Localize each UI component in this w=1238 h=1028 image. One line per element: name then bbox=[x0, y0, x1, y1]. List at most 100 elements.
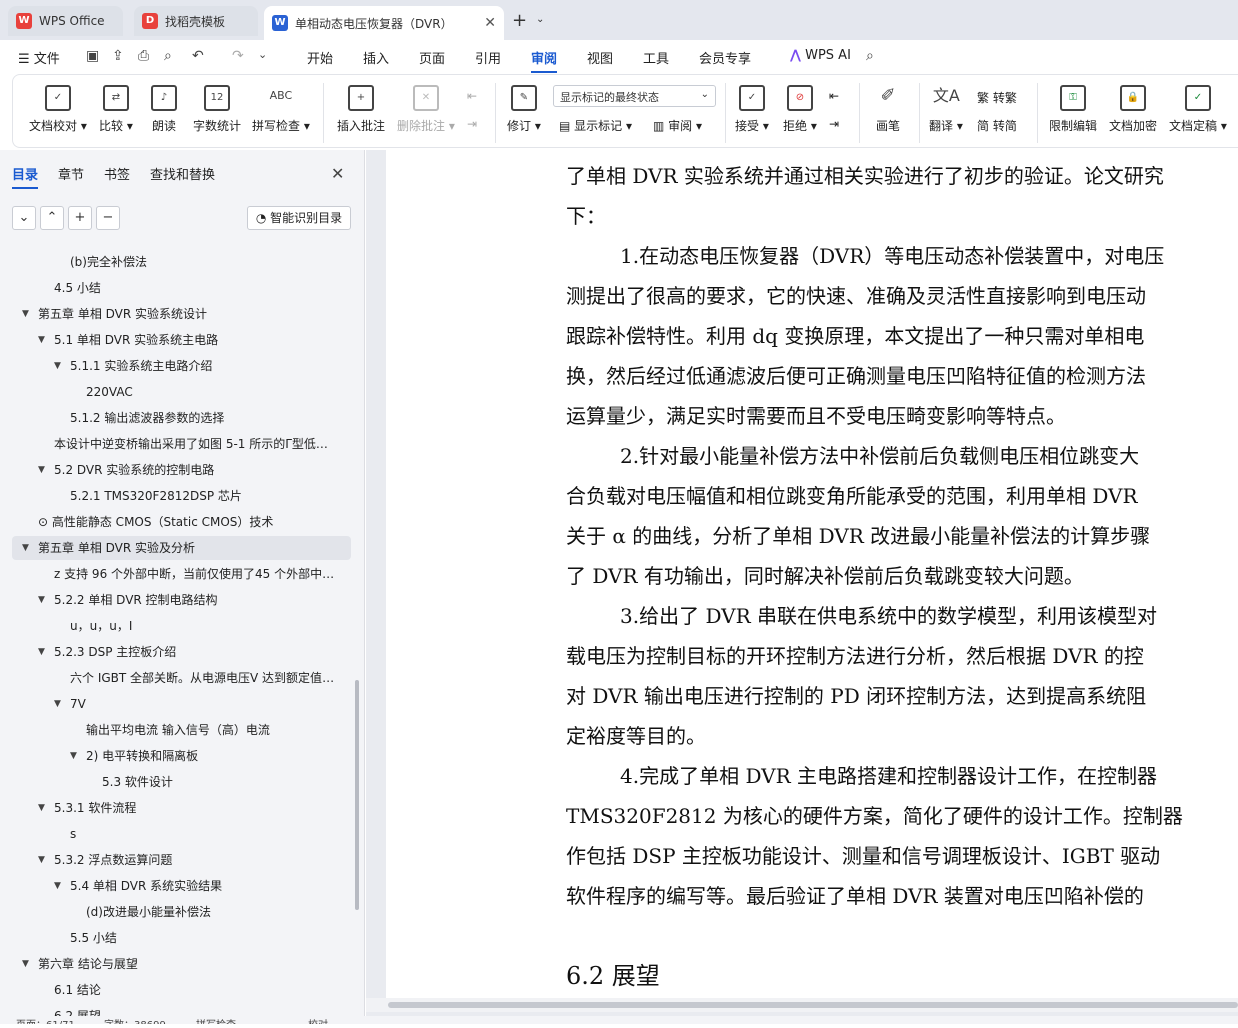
remove-heading-button[interactable]: − bbox=[96, 206, 120, 230]
redo-icon[interactable]: ↷ bbox=[232, 48, 244, 64]
caret-down-icon[interactable]: ▼ bbox=[38, 588, 45, 612]
toc-item[interactable]: 5.2.1 TMS320F2812DSP 芯片 bbox=[0, 484, 351, 508]
scroll-thumb[interactable] bbox=[388, 1002, 1238, 1008]
pen-button[interactable]: ✐ 画笔 bbox=[875, 85, 901, 134]
review-pane-button[interactable]: ▥ 审阅 ▾ bbox=[653, 117, 702, 134]
wps-ai-button[interactable]: ⋀ WPS AI bbox=[790, 48, 851, 63]
next-comment-icon[interactable]: ⇥ bbox=[467, 117, 477, 131]
toc-item[interactable]: 5.1.2 输出滤波器参数的选择 bbox=[0, 406, 351, 430]
proof-status[interactable]: 校对 bbox=[308, 1016, 328, 1024]
export-icon[interactable]: ⇪ bbox=[112, 48, 124, 64]
toc-item[interactable]: s bbox=[0, 822, 351, 846]
caret-down-icon[interactable]: ▼ bbox=[38, 796, 45, 820]
toc-item[interactable]: ▼ 第六章 结论与展望 bbox=[0, 952, 351, 976]
toc-item[interactable]: ▼ 5.1 单相 DVR 实验系统主电路 bbox=[0, 328, 351, 352]
to-simplified-button[interactable]: 简 转简 bbox=[977, 117, 1017, 134]
toc-item[interactable]: ▼ 7V bbox=[0, 692, 351, 716]
chevron-down-icon[interactable]: ⌄ bbox=[258, 48, 267, 61]
toc-item[interactable]: (b)完全补偿法 bbox=[0, 250, 351, 274]
toc-item[interactable]: ▼ 5.2.3 DSP 主控板介绍 bbox=[0, 640, 351, 664]
search-icon[interactable]: ⌕ bbox=[866, 48, 874, 64]
insert-comment-button[interactable]: + 插入批注 bbox=[337, 85, 385, 134]
caret-down-icon[interactable]: ▼ bbox=[54, 354, 61, 378]
markup-select[interactable]: 显示标记的最终状态 ⌄ bbox=[553, 85, 716, 107]
menu-insert[interactable]: 插入 bbox=[363, 48, 389, 67]
menu-member[interactable]: 会员专享 bbox=[699, 48, 751, 67]
restrict-edit-button[interactable]: ⚿ 限制编辑 bbox=[1049, 85, 1097, 134]
next-change-icon[interactable]: ⇥ bbox=[829, 117, 839, 131]
doc-check-button[interactable]: ✓ 文档校对 ▾ bbox=[29, 85, 87, 134]
caret-down-icon[interactable]: ▼ bbox=[54, 692, 61, 716]
menu-start[interactable]: 开始 bbox=[307, 48, 333, 67]
tab-sections[interactable]: 章节 bbox=[58, 164, 84, 183]
prev-comment-icon[interactable]: ⇤ bbox=[467, 89, 477, 103]
menu-page[interactable]: 页面 bbox=[419, 48, 445, 67]
toc-item[interactable]: 6.1 结论 bbox=[0, 978, 351, 1002]
reject-button[interactable]: ⊘ 拒绝 ▾ bbox=[783, 85, 817, 134]
accept-button[interactable]: ✓ 接受 ▾ bbox=[735, 85, 769, 134]
toc-item[interactable]: z 支持 96 个外部中断，当前仅使用了45 个外部中断源 bbox=[0, 562, 351, 586]
toc-item[interactable]: 5.5 小结 bbox=[0, 926, 351, 950]
close-icon[interactable]: ✕ bbox=[331, 164, 344, 183]
caret-down-icon[interactable]: ▼ bbox=[22, 536, 29, 560]
toc-item[interactable]: 六个 IGBT 全部关断。从电源电压V 达到额定值 1.3 倍 bbox=[0, 666, 351, 690]
compare-button[interactable]: ⇄ 比较 ▾ bbox=[99, 85, 133, 134]
tab-wps-office[interactable]: W WPS Office bbox=[8, 6, 123, 36]
toc-item[interactable]: ▼ 5.3.2 浮点数运算问题 bbox=[0, 848, 351, 872]
to-traditional-button[interactable]: 繁 转繁 bbox=[977, 89, 1017, 106]
revise-button[interactable]: ✎ 修订 ▾ bbox=[507, 85, 541, 134]
tab-docer-templates[interactable]: D 找稻壳模板 bbox=[134, 6, 258, 36]
page-indicator[interactable]: 页面：61/71 bbox=[16, 1016, 75, 1024]
toc-item[interactable]: 本设计中逆变桥输出采用了如图 5-1 所示的Γ型低通滤波器 bbox=[0, 432, 351, 456]
translate-button[interactable]: 文A 翻译 ▾ bbox=[929, 85, 963, 134]
toc-item[interactable]: ▼ 第五章 单相 DVR 实验及分析 bbox=[12, 536, 351, 560]
smart-toc-button[interactable]: ◔ 智能识别目录 bbox=[247, 206, 351, 230]
toc-item[interactable]: u，u，u，I bbox=[0, 614, 351, 638]
menu-tools[interactable]: 工具 bbox=[643, 48, 669, 67]
collapse-button[interactable]: ⌄ bbox=[12, 206, 36, 230]
save-icon[interactable]: ▣ bbox=[86, 48, 99, 64]
caret-down-icon[interactable]: ▼ bbox=[38, 458, 45, 482]
add-heading-button[interactable]: + bbox=[68, 206, 92, 230]
toc-item[interactable]: 输出平均电流 输入信号（高）电流 bbox=[0, 718, 351, 742]
toc-item[interactable]: ▼ 2) 电平转换和隔离板 bbox=[0, 744, 351, 768]
nav-scrollbar[interactable] bbox=[355, 680, 359, 910]
toc-item[interactable]: 5.3 软件设计 bbox=[0, 770, 351, 794]
close-icon[interactable]: ✕ bbox=[484, 15, 496, 31]
read-aloud-button[interactable]: ♪ 朗读 bbox=[151, 85, 177, 134]
toc-item[interactable]: 4.5 小结 bbox=[0, 276, 351, 300]
spell-check-button[interactable]: ABC 拼写检查 ▾ bbox=[252, 85, 310, 134]
caret-down-icon[interactable]: ▼ bbox=[38, 640, 45, 664]
toc-item[interactable]: ▼ 第五章 单相 DVR 实验系统设计 bbox=[0, 302, 351, 326]
print-preview-icon[interactable]: ⌕ bbox=[164, 48, 172, 64]
toc-item[interactable]: ▼ 5.2.2 单相 DVR 控制电路结构 bbox=[0, 588, 351, 612]
chevron-down-icon[interactable]: ⌄ bbox=[536, 14, 544, 25]
word-count-button[interactable]: 12 字数统计 bbox=[193, 85, 241, 134]
caret-down-icon[interactable]: ▼ bbox=[22, 302, 29, 326]
expand-button[interactable]: ⌃ bbox=[40, 206, 64, 230]
menu-review[interactable]: 审阅 bbox=[531, 48, 558, 73]
tab-toc[interactable]: 目录 bbox=[12, 164, 39, 189]
delete-comment-button[interactable]: ✕ 删除批注 ▾ bbox=[397, 85, 455, 134]
horizontal-scrollbar[interactable] bbox=[366, 998, 1238, 1012]
toc-item[interactable]: ▼ 5.2 DVR 实验系统的控制电路 bbox=[0, 458, 351, 482]
tab-find-replace[interactable]: 查找和替换 bbox=[150, 164, 215, 183]
tab-bookmarks[interactable]: 书签 bbox=[104, 164, 130, 183]
file-menu[interactable]: ☰ 文件 bbox=[18, 48, 60, 67]
caret-down-icon[interactable]: ▼ bbox=[38, 848, 45, 872]
finalize-button[interactable]: ✓ 文档定稿 ▾ bbox=[1169, 85, 1227, 134]
toc-item[interactable]: ▼ 5.1.1 实验系统主电路介绍 bbox=[0, 354, 351, 378]
toc-item[interactable]: 220VAC bbox=[0, 380, 351, 404]
print-icon[interactable]: ⎙ bbox=[138, 48, 149, 64]
toc-item[interactable]: ▼ 5.3.1 软件流程 bbox=[0, 796, 351, 820]
word-count-indicator[interactable]: 字数：38699 bbox=[104, 1016, 166, 1024]
spell-check-status[interactable]: 拼写检查 bbox=[196, 1016, 236, 1024]
show-markup-button[interactable]: ▤ 显示标记 ▾ bbox=[559, 117, 632, 134]
caret-down-icon[interactable]: ▼ bbox=[54, 874, 61, 898]
menu-view[interactable]: 视图 bbox=[587, 48, 613, 67]
toc-item[interactable]: (d)改进最小能量补偿法 bbox=[0, 900, 351, 924]
menu-reference[interactable]: 引用 bbox=[475, 48, 501, 67]
tab-active-document[interactable]: W 单相动态电压恢复器（DVR） ✕ bbox=[264, 6, 504, 40]
toc-item[interactable]: ⊙ 高性能静态 CMOS（Static CMOS）技术 bbox=[0, 510, 351, 534]
toc-item[interactable]: ▼ 5.4 单相 DVR 系统实验结果 bbox=[0, 874, 351, 898]
